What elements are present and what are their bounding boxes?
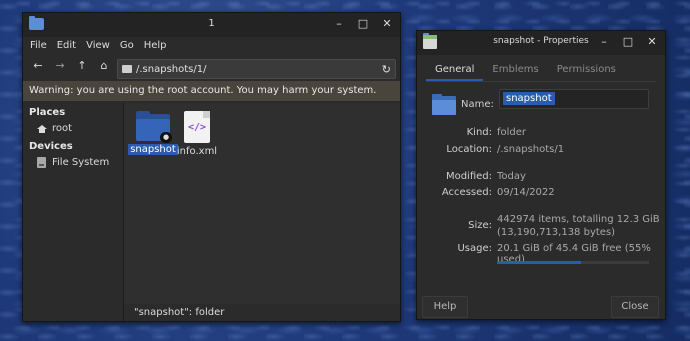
devices-header: Devices bbox=[29, 141, 73, 152]
folder-icon bbox=[432, 94, 456, 115]
file-item-snapshot[interactable]: ● snapshot bbox=[128, 111, 178, 155]
file-manager-window: 1 – □ ✕ File Edit View Go Help ← → ↑ ⌂ /… bbox=[22, 12, 401, 322]
location-value: /.snapshots/1 bbox=[497, 144, 565, 155]
close-icon[interactable]: ✕ bbox=[380, 17, 394, 31]
modified-value: Today bbox=[497, 171, 526, 182]
file-item-info-xml[interactable]: </> info.xml bbox=[172, 111, 222, 157]
home-icon bbox=[37, 124, 47, 133]
size-value-line2: (13,190,713,138 bytes) bbox=[497, 227, 616, 238]
menu-view[interactable]: View bbox=[86, 40, 110, 51]
file-item-label: info.xml bbox=[176, 146, 218, 157]
location-path[interactable]: /.snapshots/1/ bbox=[136, 64, 206, 75]
tab-permissions[interactable]: Permissions bbox=[548, 59, 625, 81]
file-manager-titlebar[interactable]: 1 – □ ✕ bbox=[23, 13, 400, 37]
menu-edit[interactable]: Edit bbox=[57, 40, 76, 51]
help-button[interactable]: Help bbox=[422, 296, 468, 318]
kind-label: Kind: bbox=[466, 127, 492, 138]
properties-tabs: General Emblems Permissions bbox=[426, 59, 656, 82]
menu-go[interactable]: Go bbox=[120, 40, 134, 51]
properties-titlebar[interactable]: snapshot - Properties – □ ✕ bbox=[417, 31, 665, 55]
menubar: File Edit View Go Help bbox=[23, 37, 400, 54]
minimize-icon[interactable]: – bbox=[332, 17, 346, 31]
sidebar-item-file-system[interactable]: File System bbox=[23, 154, 123, 171]
tab-emblems[interactable]: Emblems bbox=[483, 59, 547, 81]
tab-general[interactable]: General bbox=[426, 59, 484, 81]
reload-icon[interactable]: ↻ bbox=[382, 63, 391, 76]
properties-dialog: snapshot - Properties – □ ✕ General Embl… bbox=[416, 30, 666, 320]
name-label: Name: bbox=[461, 99, 494, 110]
sidebar: Places root Devices File System bbox=[23, 103, 124, 321]
file-item-label: snapshot bbox=[128, 144, 178, 155]
close-icon[interactable]: ✕ bbox=[645, 35, 659, 49]
accessed-value: 09/14/2022 bbox=[497, 187, 555, 198]
size-value-line1: 442974 items, totalling 12.3 GiB bbox=[497, 214, 660, 225]
xml-file-icon: </> bbox=[184, 111, 210, 143]
name-field[interactable]: snapshot bbox=[499, 89, 649, 109]
forward-arrow-icon[interactable]: → bbox=[51, 57, 69, 75]
accessed-label: Accessed: bbox=[441, 187, 492, 198]
folder-locked-icon: ● bbox=[136, 111, 172, 143]
menu-file[interactable]: File bbox=[30, 40, 47, 51]
sidebar-item-label: File System bbox=[52, 157, 110, 168]
modified-label: Modified: bbox=[445, 171, 492, 182]
kind-value: folder bbox=[497, 127, 527, 138]
size-label: Size: bbox=[468, 220, 492, 231]
root-warning-banner: Warning: you are using the root account.… bbox=[23, 81, 400, 101]
drive-icon bbox=[37, 157, 46, 168]
folder-icon bbox=[122, 65, 132, 73]
places-header: Places bbox=[29, 107, 66, 118]
sidebar-item-label: root bbox=[52, 123, 73, 134]
maximize-icon[interactable]: □ bbox=[356, 17, 370, 31]
minimize-icon[interactable]: – bbox=[597, 35, 611, 49]
status-bar: "snapshot": folder bbox=[124, 304, 400, 321]
back-arrow-icon[interactable]: ← bbox=[29, 57, 47, 75]
sidebar-item-root[interactable]: root bbox=[23, 120, 123, 137]
up-arrow-icon[interactable]: ↑ bbox=[73, 57, 91, 75]
usage-label: Usage: bbox=[457, 243, 492, 254]
lock-icon: ● bbox=[160, 132, 172, 143]
location-bar[interactable]: /.snapshots/1/ ↻ bbox=[117, 59, 396, 79]
name-field-value[interactable]: snapshot bbox=[503, 92, 555, 105]
menu-help[interactable]: Help bbox=[144, 40, 167, 51]
file-view[interactable]: ● snapshot </> info.xml bbox=[124, 103, 400, 304]
home-icon[interactable]: ⌂ bbox=[95, 57, 113, 75]
close-button[interactable]: Close bbox=[611, 296, 659, 318]
location-label: Location: bbox=[446, 144, 492, 155]
maximize-icon[interactable]: □ bbox=[621, 35, 635, 49]
usage-bar-fill bbox=[497, 261, 581, 264]
